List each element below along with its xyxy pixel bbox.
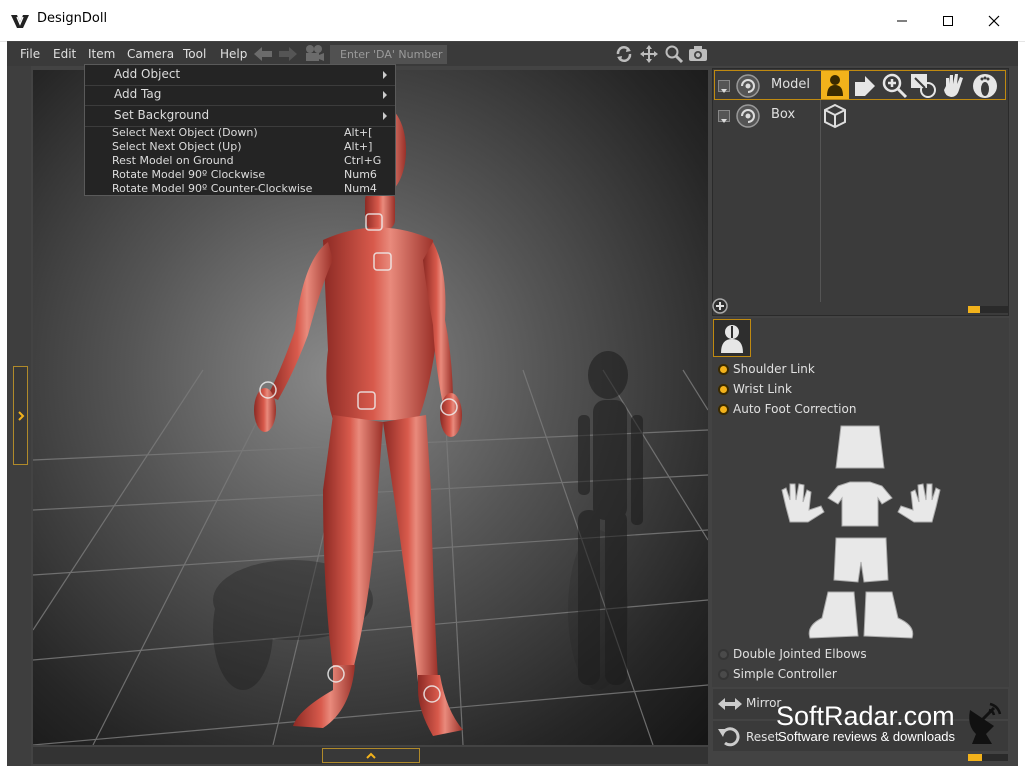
foot-icon[interactable] <box>971 72 999 99</box>
scene-scrollbar[interactable] <box>968 306 1008 313</box>
pose-tool-icon[interactable] <box>851 72 879 99</box>
head-part <box>835 425 885 469</box>
screenshot-camera-icon[interactable] <box>688 45 708 63</box>
submenu-arrow-icon <box>383 71 387 79</box>
movie-camera-icon[interactable] <box>303 44 325 64</box>
hand-icon[interactable] <box>940 72 968 99</box>
watermark-title: SoftRadar.com <box>776 701 955 731</box>
menu-select-next-down[interactable]: Select Next Object (Down) Alt+[ <box>85 126 395 140</box>
body-select-icon[interactable] <box>713 319 751 357</box>
visibility-toggle-icon[interactable] <box>735 73 761 99</box>
cube-icon[interactable] <box>822 103 848 129</box>
menu-help[interactable]: Help <box>220 42 247 66</box>
close-button[interactable] <box>971 0 1017 41</box>
scene-item-label: Model <box>771 77 811 92</box>
shirt-part <box>827 481 893 527</box>
pan-view-icon[interactable] <box>639 44 659 64</box>
shoes-part <box>863 591 914 639</box>
option-simple-controller[interactable]: Simple Controller <box>733 667 837 681</box>
chevron-down-icon <box>721 89 727 93</box>
minimize-icon <box>897 20 907 21</box>
menu-camera[interactable]: Camera <box>127 42 174 66</box>
move-to-icon[interactable] <box>909 72 937 99</box>
left-hand-icon <box>781 483 825 523</box>
radio-dot-on[interactable] <box>720 366 727 373</box>
radio-dot-off[interactable] <box>720 671 727 678</box>
item-menu-dropdown: Add Object Add Tag Set Background Select… <box>84 64 396 196</box>
menu-select-next-up[interactable]: Select Next Object (Up) Alt+] <box>85 140 395 154</box>
radio-dot-off[interactable] <box>720 651 727 658</box>
window-title: DesignDoll <box>37 11 108 26</box>
rotate-view-icon[interactable] <box>614 44 634 64</box>
menu-rotate-clockwise[interactable]: Rotate Model 90º Clockwise Num6 <box>85 168 395 182</box>
arrow-left-icon[interactable] <box>253 45 273 63</box>
expand-bottom-panel-button[interactable] <box>322 748 420 763</box>
app-logo-icon <box>11 15 29 28</box>
menu-add-tag[interactable]: Add Tag <box>85 85 395 106</box>
submenu-arrow-icon <box>383 91 387 99</box>
menu-rotate-counter-clockwise[interactable]: Rotate Model 90º Counter-Clockwise Num4 <box>85 182 395 196</box>
title-bar <box>0 0 1025 42</box>
right-hand-icon <box>897 483 941 523</box>
expand-left-panel-button[interactable] <box>13 366 28 465</box>
expand-box-toggle[interactable] <box>718 110 730 123</box>
mirror-arrows-icon <box>718 698 742 710</box>
minimize-button[interactable] <box>879 0 925 41</box>
menu-file[interactable]: File <box>20 42 40 66</box>
option-shoulder-link[interactable]: Shoulder Link <box>733 362 815 376</box>
radar-dish-icon <box>969 702 1002 744</box>
expand-model-toggle[interactable] <box>718 80 730 93</box>
scene-item-label: Box <box>771 107 796 122</box>
body-part-selector[interactable] <box>776 422 946 644</box>
menu-add-object[interactable]: Add Object <box>85 65 395 86</box>
menu-edit[interactable]: Edit <box>53 42 76 66</box>
tree-divider <box>820 100 821 302</box>
chevron-down-icon <box>721 119 727 123</box>
radio-dot-on[interactable] <box>720 386 727 393</box>
option-wrist-link[interactable]: Wrist Link <box>733 382 792 396</box>
body-select-icon[interactable] <box>821 71 849 99</box>
menu-item[interactable]: Item <box>88 42 115 66</box>
arrow-right-icon[interactable] <box>278 45 298 63</box>
radio-dot-on[interactable] <box>720 406 727 413</box>
menu-tool[interactable]: Tool <box>183 42 206 66</box>
menu-rest-on-ground[interactable]: Rest Model on Ground Ctrl+G <box>85 154 395 168</box>
maximize-icon <box>943 15 953 26</box>
watermark-subtitle: Software reviews & downloads <box>778 729 956 744</box>
reset-icon <box>718 727 740 747</box>
zoom-view-icon[interactable] <box>664 44 684 64</box>
pants-part <box>833 537 889 583</box>
chevron-up-icon <box>366 752 376 759</box>
close-icon <box>988 15 1000 26</box>
zoom-in-icon[interactable] <box>880 72 908 99</box>
submenu-arrow-icon <box>383 112 387 120</box>
menu-set-background[interactable]: Set Background <box>85 106 395 127</box>
shoes-part <box>808 591 859 639</box>
da-number-input[interactable] <box>330 45 447 64</box>
chevron-right-icon <box>17 410 24 421</box>
doll-shadow <box>568 351 643 690</box>
option-auto-foot-correction[interactable]: Auto Foot Correction <box>733 402 856 416</box>
doll-model <box>254 106 463 736</box>
visibility-toggle-icon[interactable] <box>735 103 761 129</box>
maximize-button[interactable] <box>925 0 971 41</box>
option-double-jointed-elbows[interactable]: Double Jointed Elbows <box>733 647 867 661</box>
add-icon[interactable] <box>712 298 728 314</box>
props-scrollbar[interactable] <box>968 754 1008 761</box>
